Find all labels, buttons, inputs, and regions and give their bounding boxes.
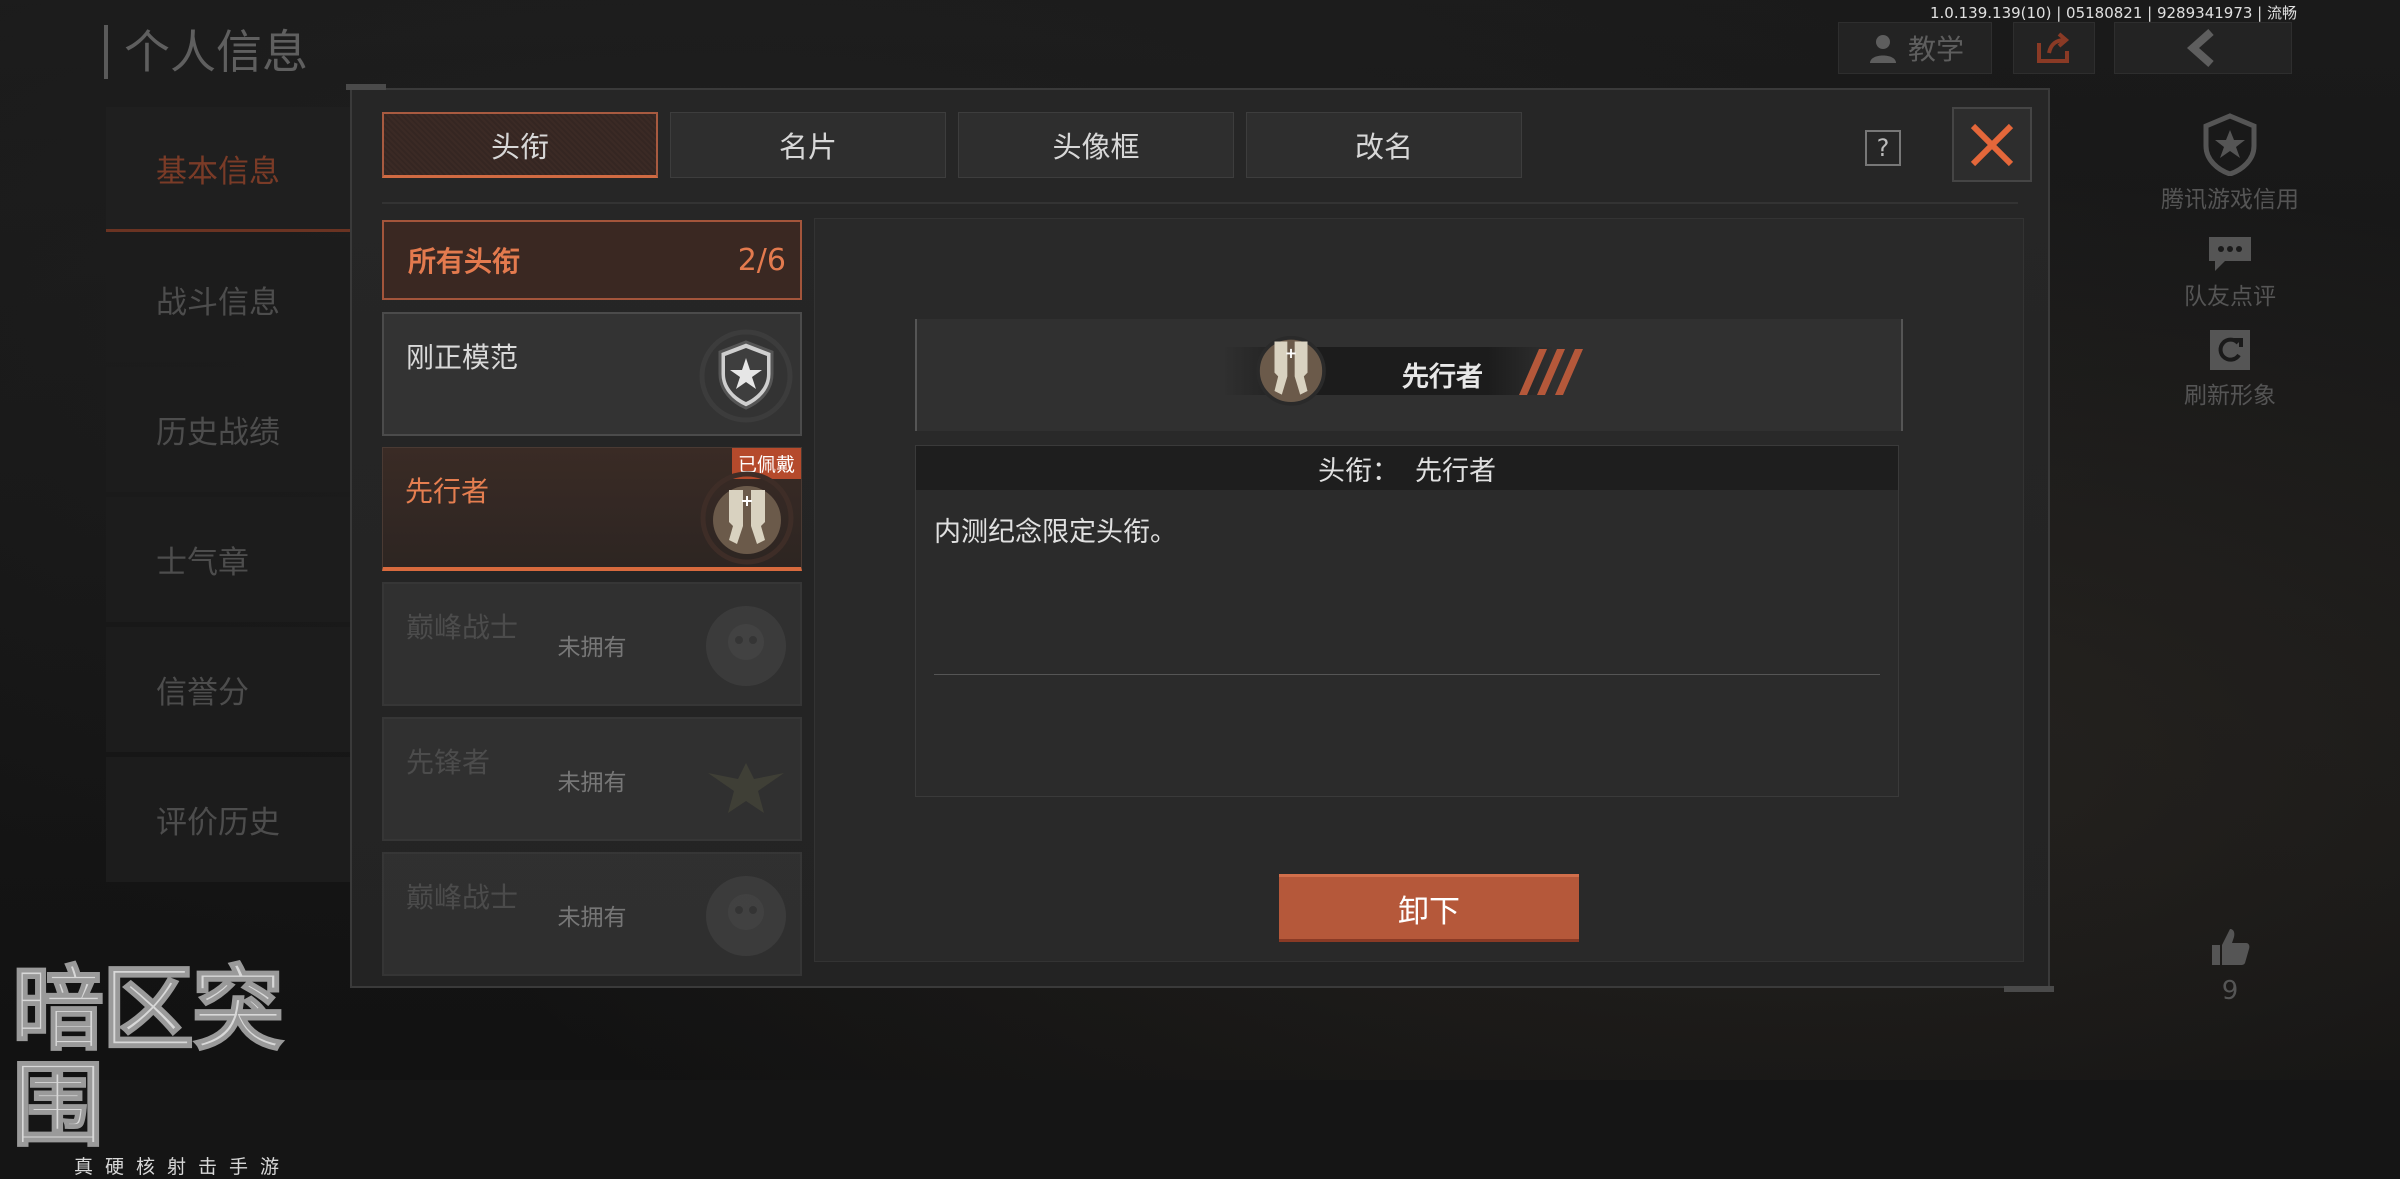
share-icon — [2037, 32, 2070, 63]
teammate-review-button[interactable]: 队友点评 — [2150, 233, 2310, 311]
refresh-label: 刷新形象 — [2184, 383, 2276, 409]
left-nav: 基本信息 战斗信息 历史战绩 士气章 信誉分 评价历史 — [106, 107, 351, 887]
title-card-locked[interactable]: 巅峰战士 未拥有 — [382, 852, 802, 976]
version-info: 1.0.139.139(10) | 05180821 | 9289341973 … — [1930, 4, 2297, 22]
like-count: 9 — [2221, 976, 2239, 1006]
title-card-locked[interactable]: 先锋者 未拥有 — [382, 717, 802, 841]
title-preview: 先行者 — [915, 319, 1903, 431]
nav-battle-info[interactable]: 战斗信息 — [106, 237, 351, 362]
description-divider — [934, 674, 1880, 675]
refresh-icon — [2210, 330, 2250, 370]
refresh-button[interactable]: 刷新形象 — [2150, 328, 2310, 410]
description-text: 内测纪念限定头衔。 — [934, 517, 1177, 548]
dialog-tabs: 头衔 名片 头像框 改名 — [382, 112, 1522, 178]
title-card-locked[interactable]: 巅峰战士 未拥有 — [382, 582, 802, 706]
thumbs-up-icon — [2212, 929, 2250, 965]
logo-subtitle: 真硬核射击手游 — [74, 1156, 292, 1178]
shield-star-badge-icon — [699, 329, 793, 423]
close-button[interactable] — [1952, 107, 2032, 182]
tab-cards[interactable]: 名片 — [670, 112, 946, 178]
title-card[interactable]: 刚正模范 — [382, 312, 802, 436]
unequip-button[interactable]: 卸下 — [1279, 874, 1579, 942]
title-detail-panel: 先行者 头衔： 先行者 内测纪念限定头衔。 卸下 — [814, 218, 2024, 962]
title-field-value: 先行者 — [1415, 455, 1496, 487]
nav-credit-score[interactable]: 信誉分 — [106, 627, 351, 752]
tabs-divider — [382, 202, 2018, 204]
crossed-pistols-badge-icon — [700, 471, 794, 565]
nav-basic-info[interactable]: 基本信息 — [106, 107, 351, 232]
tutorial-label: 教学 — [1907, 33, 1964, 66]
page-title: 个人信息 — [104, 25, 308, 79]
game-logo: 暗区突围 真硬核射击手游 — [11, 956, 362, 1179]
title-card-equipped[interactable]: 先行者 已佩戴 — [382, 447, 802, 571]
help-button[interactable]: ? — [1865, 130, 1901, 166]
tutorial-button[interactable]: 教学 — [1838, 22, 1992, 74]
skull-badge-icon — [706, 876, 786, 956]
title-list: 所有头衔 2/6 刚正模范 先行者 已佩戴 巅峰战士 未拥有 先锋者 未拥有 巅… — [382, 220, 802, 987]
stripes-decoration — [1519, 349, 1583, 395]
close-icon — [1970, 123, 2014, 166]
nav-morale-badge[interactable]: 士气章 — [106, 497, 351, 622]
teammate-review-label: 队友点评 — [2184, 284, 2276, 310]
tab-rename[interactable]: 改名 — [1246, 112, 1522, 178]
title-field-label: 头衔： — [1318, 455, 1399, 487]
credit-label: 腾讯游戏信用 — [2161, 187, 2299, 213]
title-dialog: 头衔 名片 头像框 改名 ? 所有头衔 2/6 刚正模范 先行者 已佩戴 巅峰战… — [346, 84, 2054, 992]
logo-title: 暗区突围 — [11, 956, 285, 1159]
tab-avatar-frame[interactable]: 头像框 — [958, 112, 1234, 178]
all-titles-header[interactable]: 所有头衔 2/6 — [382, 220, 802, 300]
description-box: 头衔： 先行者 内测纪念限定头衔。 — [915, 445, 1899, 797]
all-titles-label: 所有头衔 — [408, 245, 521, 278]
tab-titles[interactable]: 头衔 — [382, 112, 658, 178]
crossed-pistols-emblem-icon — [1256, 336, 1326, 406]
chat-bubble-icon — [2209, 237, 2251, 271]
preview-title-name: 先行者 — [1402, 362, 1483, 393]
share-button[interactable] — [2013, 22, 2095, 74]
title-name: 刚正模范 — [406, 341, 519, 374]
titles-count: 2/6 — [737, 242, 786, 278]
credit-star-icon — [2203, 113, 2257, 176]
nav-history[interactable]: 历史战绩 — [106, 367, 351, 492]
description-header: 头衔： 先行者 — [916, 446, 1898, 490]
instructor-icon — [1869, 35, 1896, 63]
winged-star-badge-icon — [708, 763, 784, 813]
skull-badge-icon — [706, 606, 786, 686]
back-arrow-icon — [2186, 29, 2214, 67]
credit-button[interactable]: 腾讯游戏信用 — [2150, 112, 2310, 214]
title-name: 先行者 — [405, 475, 490, 508]
nav-review-history[interactable]: 评价历史 — [106, 757, 351, 882]
like-counter[interactable]: 9 — [2205, 925, 2255, 1006]
back-button[interactable] — [2114, 22, 2292, 74]
